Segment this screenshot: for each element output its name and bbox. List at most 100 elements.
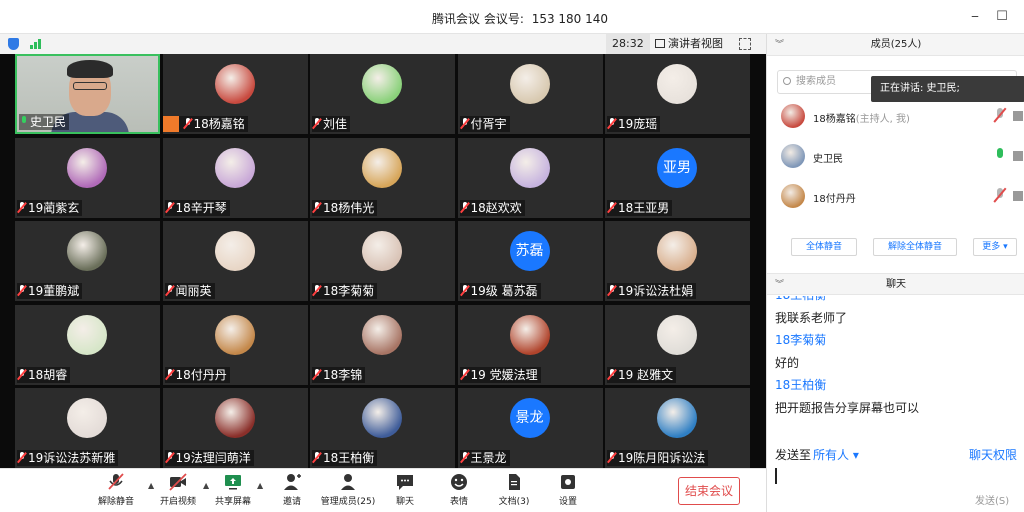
chat-button[interactable]: 聊天 [375,473,435,507]
participant-tile[interactable]: 18李菊菊 [310,221,455,301]
manage-members-button[interactable]: 管理成员(25) [318,473,378,507]
member-name: 史卫民 [813,150,843,165]
participant-name-tag: 18杨伟光 [312,199,378,216]
mic-off-icon [106,473,126,491]
participant-tile[interactable]: 19诉讼法苏新雅 [15,388,160,468]
chat-collapse-chevron-icon[interactable]: ︾ [775,274,784,296]
unmute-all-button[interactable]: 解除全体静音 [873,238,957,256]
security-shield-icon[interactable] [8,38,19,50]
maximize-button[interactable]: ☐ [991,6,1013,28]
speaker-view-button[interactable]: 演讲者视图 [655,34,723,54]
chat-sender-name: 18李菊菊 [775,333,827,347]
participant-tile[interactable]: 19 赵雅文 [605,304,750,385]
participant-name-tag: 18李锦 [312,366,366,383]
mic-muted-icon [608,285,616,296]
participant-name-tag: 19蔺紫玄 [17,199,83,216]
participant-avatar [67,147,107,188]
participant-tile[interactable]: 苏磊 19级 葛苏磊 [457,221,603,301]
speaking-tooltip: 正在讲话: 史卫民; [871,76,1024,102]
participant-name-tag: 史卫民 [19,114,70,130]
participant-tile[interactable]: 18付丹丹 [162,304,308,385]
participant-name-tag: 19董鹏斌 [17,283,83,299]
participant-name-tag: 付胥宇 [459,116,510,132]
fullscreen-icon[interactable] [739,38,751,50]
more-options-button[interactable]: 更多 ▾ [973,238,1017,256]
participant-tile[interactable]: 18李锦 [310,304,455,385]
send-button[interactable]: 发送(S) [975,492,1009,507]
search-icon [783,77,791,85]
participant-name: 18辛开琴 [175,200,227,215]
participant-tile[interactable]: 19法理闫萌洋 [162,388,308,468]
participant-tile[interactable]: 闻丽英 [162,221,308,301]
participant-name: 18赵欢欢 [470,200,522,215]
settings-label: 设置 [558,497,577,507]
member-camera-icon[interactable] [1013,151,1023,161]
mute-all-button[interactable]: 全体静音 [791,238,857,256]
participant-tile[interactable]: 18杨嘉铭 [162,54,308,134]
participant-tile[interactable]: 刘佳 [310,54,455,134]
member-mic-on-icon[interactable] [995,148,1005,163]
members-panel-header[interactable]: ︾ 成员(25人) [767,34,1024,56]
participant-name-tag: 18付丹丹 [164,366,230,383]
participant-tile[interactable]: 19诉讼法杜娟 [605,221,750,301]
participant-tile[interactable]: 18胡睿 [15,304,160,385]
member-row[interactable]: 18付丹丹 [781,184,1023,210]
send-to-selector[interactable]: 发送至 所有人 ▾ [775,446,859,463]
unmute-button[interactable]: 解除静音 [86,473,146,507]
collapse-chevron-icon[interactable]: ︾ [775,34,784,56]
participant-name-tag: 19陈月阳诉讼法 [607,450,709,466]
participant-tile[interactable]: 18杨伟光 [310,137,455,218]
participant-tile[interactable]: 付胥宇 [457,54,603,134]
end-meeting-button[interactable]: 结束会议 [678,477,740,505]
participant-avatar [509,147,550,188]
member-row[interactable]: 18杨嘉铭(主持人, 我) [781,104,1023,130]
share-screen-button[interactable]: 共享屏幕 [203,473,263,507]
mic-muted-icon [166,368,174,380]
mic-muted-icon [608,201,616,213]
participant-tile[interactable]: 19蔺紫玄 [15,137,160,218]
mic-muted-icon [313,285,321,296]
member-mic-muted-icon[interactable] [995,108,1005,123]
meeting-id-label: 会议号: [483,12,524,26]
member-mic-muted-icon[interactable] [995,188,1005,203]
speaker-view-label: 演讲者视图 [668,37,723,50]
participant-tile[interactable]: 19 党媛法理 [457,304,603,385]
participant-tile[interactable]: 19庞瑶 [605,54,750,134]
participant-tile[interactable]: 亚男 18王亚男 [605,137,750,218]
network-signal-icon[interactable] [30,39,44,49]
chat-permission-link[interactable]: 聊天权限 [969,446,1017,463]
minimize-button[interactable]: ⎯ [964,6,986,28]
invite-button[interactable]: 邀请 [262,473,322,507]
member-camera-icon[interactable] [1013,191,1023,201]
participant-tile[interactable]: 景龙 王景龙 [457,388,603,468]
participant-name-tag: 18辛开琴 [164,199,230,216]
chat-panel-header[interactable]: ︾ 聊天 [767,273,1024,295]
participant-avatar: 苏磊 [509,231,550,271]
participant-tile[interactable]: 18王柏衡 [310,388,455,468]
reactions-label: 表情 [449,497,468,507]
participant-name-tag: 19诉讼法苏新雅 [17,450,119,466]
participant-name: 付胥宇 [470,117,507,131]
participant-tile[interactable]: 19董鹏斌 [15,221,160,301]
send-to-target[interactable]: 所有人 ▾ [813,448,859,462]
participant-name: 18王柏衡 [323,451,375,465]
reactions-button[interactable]: 表情 [429,473,489,507]
participant-name: 18付丹丹 [175,367,227,382]
member-row[interactable]: 史卫民 [781,144,1023,170]
participant-tile[interactable]: 史卫民 [15,54,160,134]
unmute-label: 解除静音 [97,497,134,507]
share-screen-icon [223,473,243,491]
chat-input-field[interactable] [775,468,777,484]
participant-tile[interactable]: 18赵欢欢 [457,137,603,218]
window-title: 腾讯会议 会议号: 153 180 140 [0,10,1024,27]
member-camera-icon[interactable] [1013,111,1023,121]
participant-tile[interactable]: 18辛开琴 [162,137,308,218]
participant-name-tag: 18赵欢欢 [459,199,525,216]
participant-avatar [509,314,550,355]
documents-button[interactable]: 文档(3) [484,473,544,507]
start-video-button[interactable]: 开启视频 [148,473,208,507]
participant-tile[interactable]: 19陈月阳诉讼法 [605,388,750,468]
mic-muted-icon [18,452,26,463]
mic-muted-icon [608,118,616,129]
settings-button[interactable]: 设置 [538,473,598,507]
